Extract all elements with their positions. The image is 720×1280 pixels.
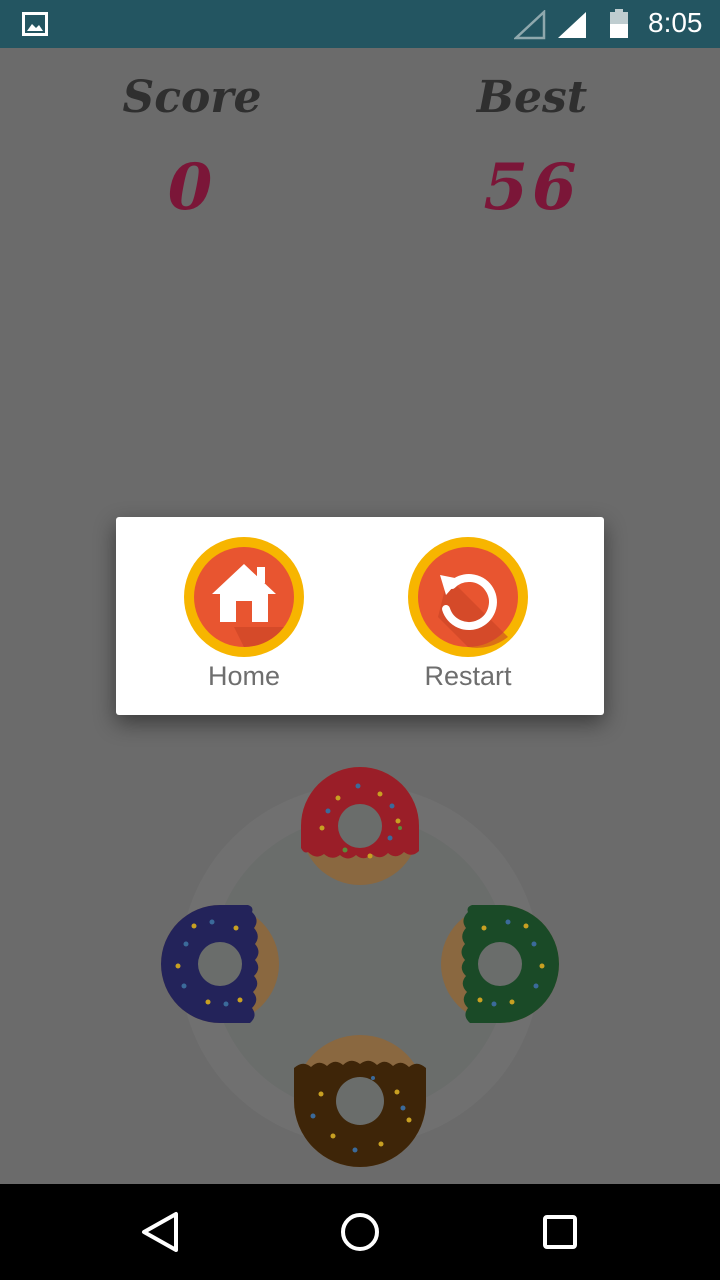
signal-empty-icon <box>514 10 546 40</box>
battery-icon <box>610 9 628 38</box>
signal-full-icon <box>558 12 586 38</box>
home-button[interactable]: Home <box>169 537 319 697</box>
navigation-bar <box>0 1184 720 1280</box>
back-icon[interactable] <box>136 1208 184 1256</box>
home-circle-icon[interactable] <box>336 1208 384 1256</box>
game-over-dialog: Home Restart <box>116 517 604 715</box>
donut-blue[interactable] <box>160 904 280 1024</box>
home-button-label: Home <box>207 661 281 691</box>
status-time: 8:05 <box>648 7 703 38</box>
donut-chocolate[interactable] <box>293 1034 427 1168</box>
restart-icon <box>408 537 528 657</box>
restart-button-label: Restart <box>424 661 512 691</box>
score-value: 0 <box>167 150 217 225</box>
donut-play-area <box>0 730 720 1180</box>
game-screen: 8:05 Score Best 0 56 Home Restart <box>0 0 720 1280</box>
best-label: Best <box>476 72 588 123</box>
best-value: 56 <box>483 150 581 225</box>
status-bar: 8:05 <box>0 0 720 48</box>
home-icon <box>184 537 304 657</box>
restart-button[interactable]: Restart <box>393 537 543 697</box>
recents-icon[interactable] <box>536 1208 584 1256</box>
score-label: Score <box>122 72 262 123</box>
donut-red[interactable] <box>300 766 420 886</box>
gallery-icon <box>22 12 48 36</box>
donut-green[interactable] <box>440 904 560 1024</box>
